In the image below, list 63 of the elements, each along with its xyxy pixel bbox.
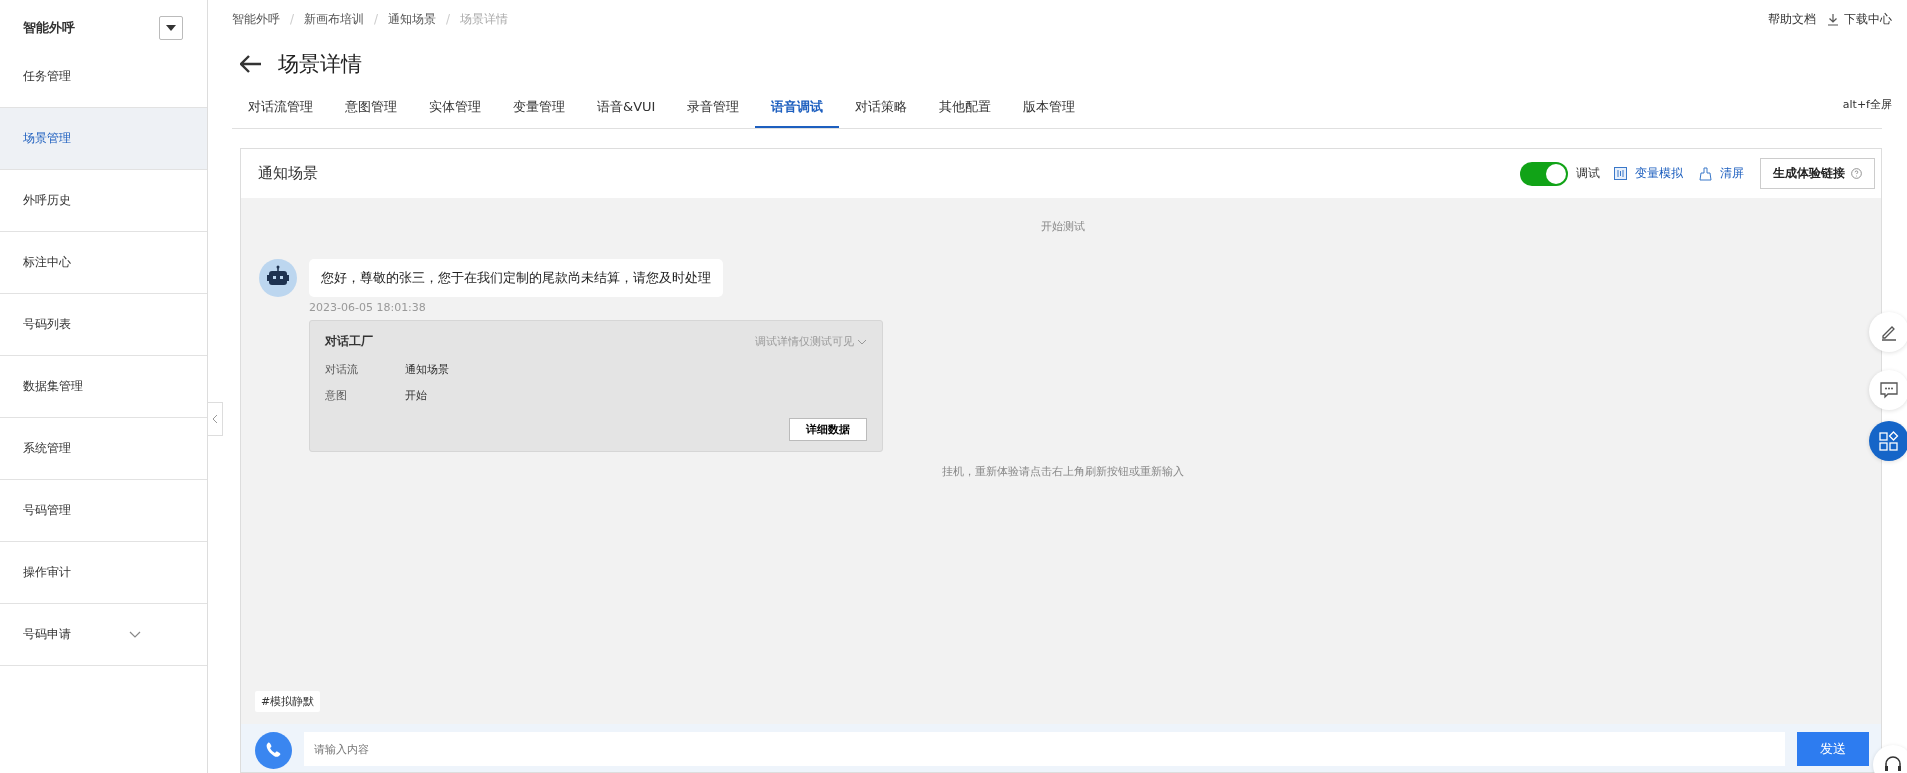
apps-icon[interactable] bbox=[1869, 421, 1907, 461]
chat-bubble: 您好，尊敬的张三，您于在我们定制的尾款尚未结算，请您及时处理 bbox=[309, 259, 723, 297]
field-value: 开始 bbox=[405, 387, 427, 403]
breadcrumb-separator: / bbox=[374, 12, 379, 26]
tab[interactable]: 实体管理 bbox=[413, 92, 497, 128]
sidebar-item[interactable]: 号码列表 bbox=[0, 294, 207, 356]
generate-link-button[interactable]: 生成体验链接 bbox=[1760, 158, 1875, 189]
field-value: 通知场景 bbox=[405, 361, 449, 377]
tab[interactable]: 版本管理 bbox=[1007, 92, 1092, 128]
send-button[interactable]: 发送 bbox=[1797, 732, 1869, 766]
robot-avatar-icon bbox=[259, 259, 297, 297]
quick-tag[interactable]: #模拟静默 bbox=[255, 691, 321, 712]
collapse-handle[interactable] bbox=[207, 402, 223, 436]
page-title: 场景详情 bbox=[278, 51, 362, 78]
sidebar-item[interactable]: 号码申请 bbox=[0, 604, 207, 666]
download-link[interactable]: 下载中心 bbox=[1844, 10, 1892, 28]
breadcrumb-separator: / bbox=[446, 12, 451, 26]
fullscreen-hint: alt+f全屏 bbox=[1842, 97, 1892, 113]
caret-down-icon bbox=[166, 25, 176, 31]
panel-title: 通知场景 bbox=[258, 164, 318, 183]
sidebar-item[interactable]: 标注中心 bbox=[0, 232, 207, 294]
sidebar-item[interactable]: 外呼历史 bbox=[0, 170, 207, 232]
phone-button-icon[interactable] bbox=[255, 732, 292, 769]
tab[interactable]: 变量管理 bbox=[497, 92, 581, 128]
message-time: 2023-06-05 18:01:38 bbox=[309, 301, 426, 314]
variable-icon bbox=[1614, 167, 1627, 180]
breadcrumb-link[interactable]: 通知场景 bbox=[388, 10, 437, 28]
start-note: 开始测试 bbox=[1040, 219, 1086, 234]
clear-screen-link[interactable]: 清屏 bbox=[1720, 165, 1744, 182]
card-title: 对话工厂 bbox=[325, 333, 373, 350]
tab[interactable]: 语音&VUI bbox=[581, 92, 672, 128]
app-title: 智能外呼 bbox=[23, 19, 75, 37]
sidebar-item[interactable]: 场景管理 bbox=[0, 108, 207, 170]
field-label: 对话流 bbox=[325, 361, 359, 377]
help-link[interactable]: 帮助文档 bbox=[1768, 10, 1816, 28]
sidebar-item[interactable]: 操作审计 bbox=[0, 542, 207, 604]
hangup-note: 挂机，重新体验请点击右上角刷新按钮或重新输入 bbox=[941, 464, 1185, 479]
tab[interactable]: 对话流管理 bbox=[232, 92, 329, 128]
broom-icon bbox=[1699, 166, 1712, 181]
breadcrumb-separator: / bbox=[290, 12, 295, 26]
chevron-down-icon bbox=[857, 339, 867, 345]
field-label: 意图 bbox=[325, 387, 348, 403]
sidebar-item[interactable]: 号码管理 bbox=[0, 480, 207, 542]
switch-label: 调试 bbox=[1576, 165, 1600, 182]
tab[interactable]: 对话策略 bbox=[839, 92, 924, 128]
tab[interactable]: 录音管理 bbox=[671, 92, 756, 128]
comment-icon[interactable] bbox=[1869, 370, 1907, 410]
variable-sim-link[interactable]: 变量模拟 bbox=[1635, 165, 1683, 182]
back-arrow-icon[interactable] bbox=[240, 55, 262, 73]
breadcrumb-link[interactable]: 新画布培训 bbox=[304, 10, 365, 28]
tab[interactable]: 语音调试 bbox=[755, 92, 840, 128]
download-icon bbox=[1827, 12, 1839, 26]
tab[interactable]: 意图管理 bbox=[329, 92, 413, 128]
edit-icon[interactable] bbox=[1869, 312, 1907, 352]
dropdown-button[interactable] bbox=[159, 16, 183, 40]
sidebar-item[interactable]: 系统管理 bbox=[0, 418, 207, 480]
message-input[interactable]: 请输入内容 bbox=[304, 732, 1785, 766]
debug-switch[interactable] bbox=[1520, 161, 1568, 186]
tab[interactable]: 其他配置 bbox=[923, 92, 1008, 128]
help-icon bbox=[1851, 168, 1862, 179]
sidebar-item[interactable]: 数据集管理 bbox=[0, 356, 207, 418]
detail-button[interactable]: 详细数据 bbox=[789, 418, 867, 441]
breadcrumb-link[interactable]: 智能外呼 bbox=[232, 10, 280, 28]
